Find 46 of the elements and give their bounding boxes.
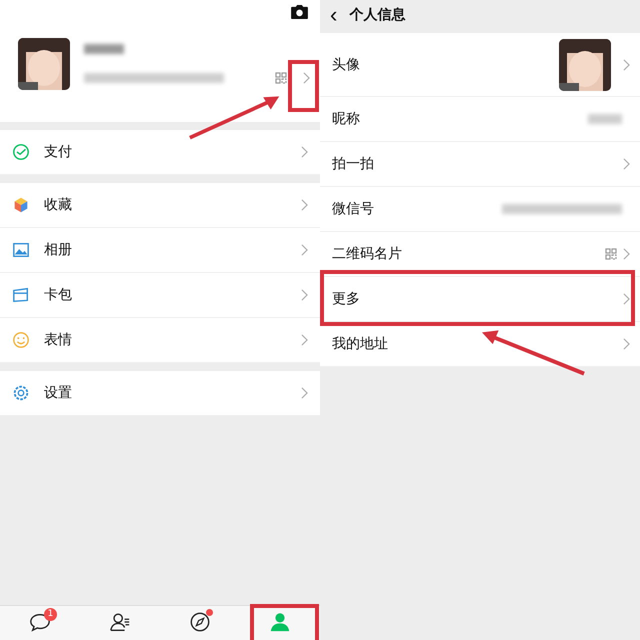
list-item[interactable]: 昵称 <box>320 97 640 142</box>
chevron-icon <box>301 387 308 399</box>
highlight-box <box>250 604 319 640</box>
chevron-icon <box>303 72 310 84</box>
chevron-icon <box>301 199 308 211</box>
unread-badge: 1 <box>44 608 57 621</box>
menu-item[interactable]: 收藏 <box>0 183 320 228</box>
list-item[interactable]: 拍一拍 <box>320 142 640 187</box>
chevron-icon <box>301 334 308 346</box>
person-icon <box>269 611 291 633</box>
menu-item[interactable]: 相册 <box>0 228 320 273</box>
checkmark-circle-icon <box>12 143 30 161</box>
cube-icon <box>12 196 30 214</box>
profile-card[interactable] <box>0 0 320 122</box>
qr-code-icon[interactable] <box>275 72 287 84</box>
smiley-icon <box>12 331 30 349</box>
chevron-icon <box>301 244 308 256</box>
redacted-name <box>84 44 124 54</box>
menu-item[interactable]: 表情 <box>0 318 320 363</box>
chevron-icon <box>623 338 630 350</box>
card-icon <box>12 286 30 304</box>
menu-item[interactable]: 卡包 <box>0 273 320 318</box>
chevron-icon <box>623 248 630 260</box>
chevron-icon <box>623 158 630 170</box>
page-title: 个人信息 <box>349 6 406 24</box>
list-item[interactable]: 更多 <box>320 277 640 322</box>
chevron-icon <box>623 58 630 70</box>
list-item[interactable]: 二维码名片 <box>320 232 640 277</box>
chevron-icon <box>301 289 308 301</box>
image-icon <box>12 241 30 259</box>
list-item[interactable]: 微信号 <box>320 187 640 232</box>
compass-icon <box>189 611 211 633</box>
qr-code-icon <box>605 248 617 260</box>
menu-item[interactable]: 支付 <box>0 130 320 175</box>
menu-item[interactable]: 设置 <box>0 371 320 416</box>
contacts-icon <box>109 611 131 633</box>
highlight-box <box>288 60 319 112</box>
redacted-value <box>588 114 622 124</box>
tab[interactable]: 1 <box>0 606 80 640</box>
camera-icon[interactable] <box>291 5 308 19</box>
settings-icon <box>12 384 30 402</box>
chevron-icon <box>301 146 308 158</box>
chat-bubble-icon <box>29 611 51 633</box>
back-button[interactable]: ‹ <box>326 4 342 26</box>
chevron-icon <box>623 293 630 305</box>
list-item[interactable]: 头像 <box>320 33 640 97</box>
